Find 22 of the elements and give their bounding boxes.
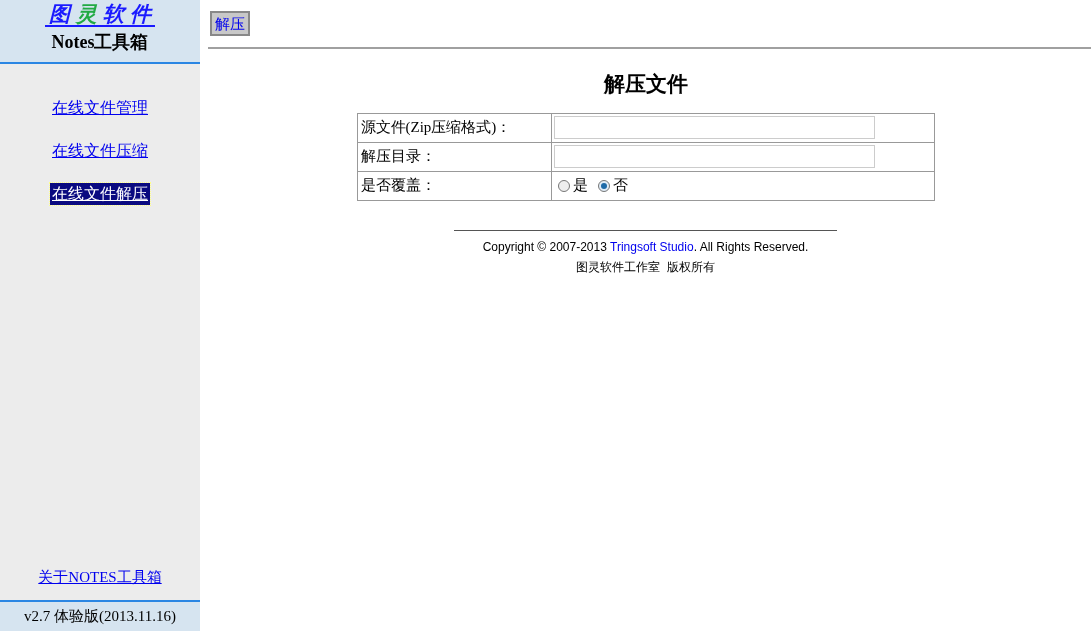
form-label: 是否覆盖： xyxy=(357,171,551,200)
radio-icon[interactable] xyxy=(597,179,610,192)
form-label: 解压目录： xyxy=(357,142,551,171)
radio-option[interactable]: 是 xyxy=(557,174,588,197)
nav-link[interactable]: 在线文件管理 xyxy=(50,97,150,119)
version-label: v2.7 体验版(2013.11.16) xyxy=(0,600,200,631)
app-subtitle: Notes工具箱 xyxy=(51,31,149,54)
about-link[interactable]: 关于NOTES工具箱 xyxy=(0,565,200,588)
nav-link[interactable]: 在线文件压缩 xyxy=(50,140,150,162)
radio-icon[interactable] xyxy=(557,179,570,192)
copyright-text: Copyright © 2007-2013 Tringsoft Studio. All Rights Reserved. xyxy=(482,238,809,256)
form-title: 解压文件 xyxy=(603,71,688,98)
text-field[interactable] xyxy=(553,116,875,139)
text-field[interactable] xyxy=(553,145,875,168)
rights-text: 图灵软件工作室 版权所有 xyxy=(576,258,715,276)
radio-option[interactable]: 否 xyxy=(597,174,628,197)
logo-character: 件 xyxy=(130,3,151,25)
form-label: 源文件(Zip压缩格式)： xyxy=(357,113,551,142)
nav-link[interactable]: 在线文件解压 xyxy=(50,183,150,205)
logo-character: 灵 xyxy=(76,3,97,25)
toolbar-button[interactable]: 解压 xyxy=(210,11,250,36)
studio-link[interactable]: Tringsoft Studio xyxy=(610,239,694,254)
